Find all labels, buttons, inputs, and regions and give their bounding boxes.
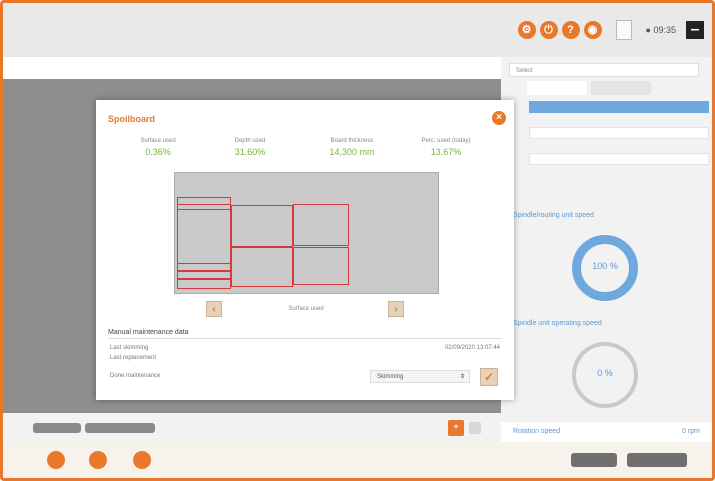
used-area: [177, 279, 231, 289]
clock-time: 09:35: [653, 25, 676, 35]
right-panel-tab-2[interactable]: [591, 81, 651, 95]
used-area: [177, 263, 231, 271]
updown-icon: ⇕: [459, 374, 465, 380]
nav-label: Surface used: [288, 306, 324, 312]
gauge1-title: Spindle/routing unit speed: [513, 212, 594, 219]
spoilboard-dialog: Spoilboard × Surface used 0.36% Depth us…: [96, 100, 514, 400]
used-area: [177, 271, 231, 279]
stat-label: Depth used: [234, 138, 266, 144]
footer-bar: [3, 442, 712, 478]
rotation-speed-value: 0 rpm: [682, 428, 700, 435]
camera-icon[interactable]: ◉: [583, 21, 602, 39]
right-panel-row[interactable]: [529, 153, 709, 165]
grid-icon[interactable]: [469, 422, 481, 434]
stat-label: Perc. used (today): [421, 138, 471, 144]
last-skimming-label: Last skimming: [110, 345, 149, 351]
next-button[interactable]: ›: [388, 301, 404, 317]
warning-icon[interactable]: [47, 451, 65, 469]
gauge-speed: 100 %: [572, 235, 638, 301]
used-area: [293, 247, 349, 285]
select-value: Skimming: [377, 374, 404, 380]
bottom-toolbar: +: [3, 413, 501, 442]
right-panel-row[interactable]: [529, 127, 709, 139]
stat-value: 31.60%: [234, 147, 266, 157]
add-icon[interactable]: +: [448, 420, 464, 436]
previous-button[interactable]: ‹: [206, 301, 222, 317]
minimize-button[interactable]: –: [686, 21, 704, 39]
right-panel-tab-1[interactable]: [527, 81, 587, 95]
right-panel-select[interactable]: Select: [509, 63, 699, 77]
power-icon[interactable]: ⏻: [539, 21, 558, 39]
rotation-speed-row: Rotation speed 0 rpm: [501, 422, 712, 442]
right-panel-row-selected[interactable]: [529, 101, 709, 113]
stat-perc-used: Perc. used (today) 13.67%: [396, 138, 496, 157]
gauge1-value: 100 %: [592, 261, 618, 271]
used-area: [177, 204, 231, 210]
gauge2-value: 0 %: [597, 368, 613, 378]
gauge-operating: 0 %: [572, 342, 638, 408]
dialog-title: Spoilboard: [108, 114, 155, 124]
close-icon[interactable]: ×: [492, 111, 506, 125]
used-area: [231, 205, 293, 247]
stat-board-thickness: Board thickness 14,300 mm: [302, 138, 402, 157]
footer-button-1[interactable]: [571, 453, 617, 467]
stat-label: Board thickness: [330, 138, 374, 144]
stat-depth-used: Depth used 31.60%: [200, 138, 300, 157]
toolbar-chip[interactable]: [85, 423, 155, 433]
network-icon[interactable]: ⚙: [517, 21, 536, 39]
footer-button-2[interactable]: [627, 453, 687, 467]
last-skimming-value: 02/09/2020 13:07:44: [444, 345, 500, 351]
confirm-button[interactable]: ✓: [480, 368, 498, 386]
used-area: [293, 204, 349, 246]
stat-label: Surface used: [140, 138, 176, 144]
tools-icon[interactable]: [89, 451, 107, 469]
app-window: ⚙ ⏻ ? ◉ ● 09:35 – Select Spindle/routing…: [0, 0, 715, 481]
topbar-icon-group: ⚙ ⏻ ? ◉ ● 09:35 –: [517, 20, 704, 40]
stat-value: 13.67%: [430, 147, 462, 157]
last-replacement-label: Last replacement: [110, 355, 157, 361]
document-icon[interactable]: [615, 20, 632, 40]
right-panel: Select Spindle/routing unit speed 100 % …: [501, 57, 712, 442]
help-icon[interactable]: ?: [561, 21, 580, 39]
rotation-speed-label: Rotation speed: [513, 428, 561, 435]
toolbar-chip[interactable]: [33, 423, 81, 433]
stat-value: 0.36%: [145, 147, 171, 157]
done-maintenance-label: Done maintenance: [110, 373, 161, 379]
maintenance-type-select[interactable]: Skimming ⇕: [370, 370, 470, 383]
sub-toolbar: [3, 57, 501, 79]
used-area: [231, 247, 293, 287]
stat-value: 14,300 mm: [329, 147, 375, 157]
machine-icon[interactable]: [133, 451, 151, 469]
maintenance-title: Manual maintenance data: [108, 329, 189, 336]
top-bar: ⚙ ⏻ ? ◉ ● 09:35 –: [3, 3, 712, 57]
gauge2-title: Spindle unit operating speed: [513, 320, 602, 327]
stat-surface-used: Surface used 0.36%: [108, 138, 208, 157]
divider: [108, 338, 502, 339]
clock: ● 09:35: [645, 25, 676, 35]
spoilboard-map: [174, 172, 439, 294]
